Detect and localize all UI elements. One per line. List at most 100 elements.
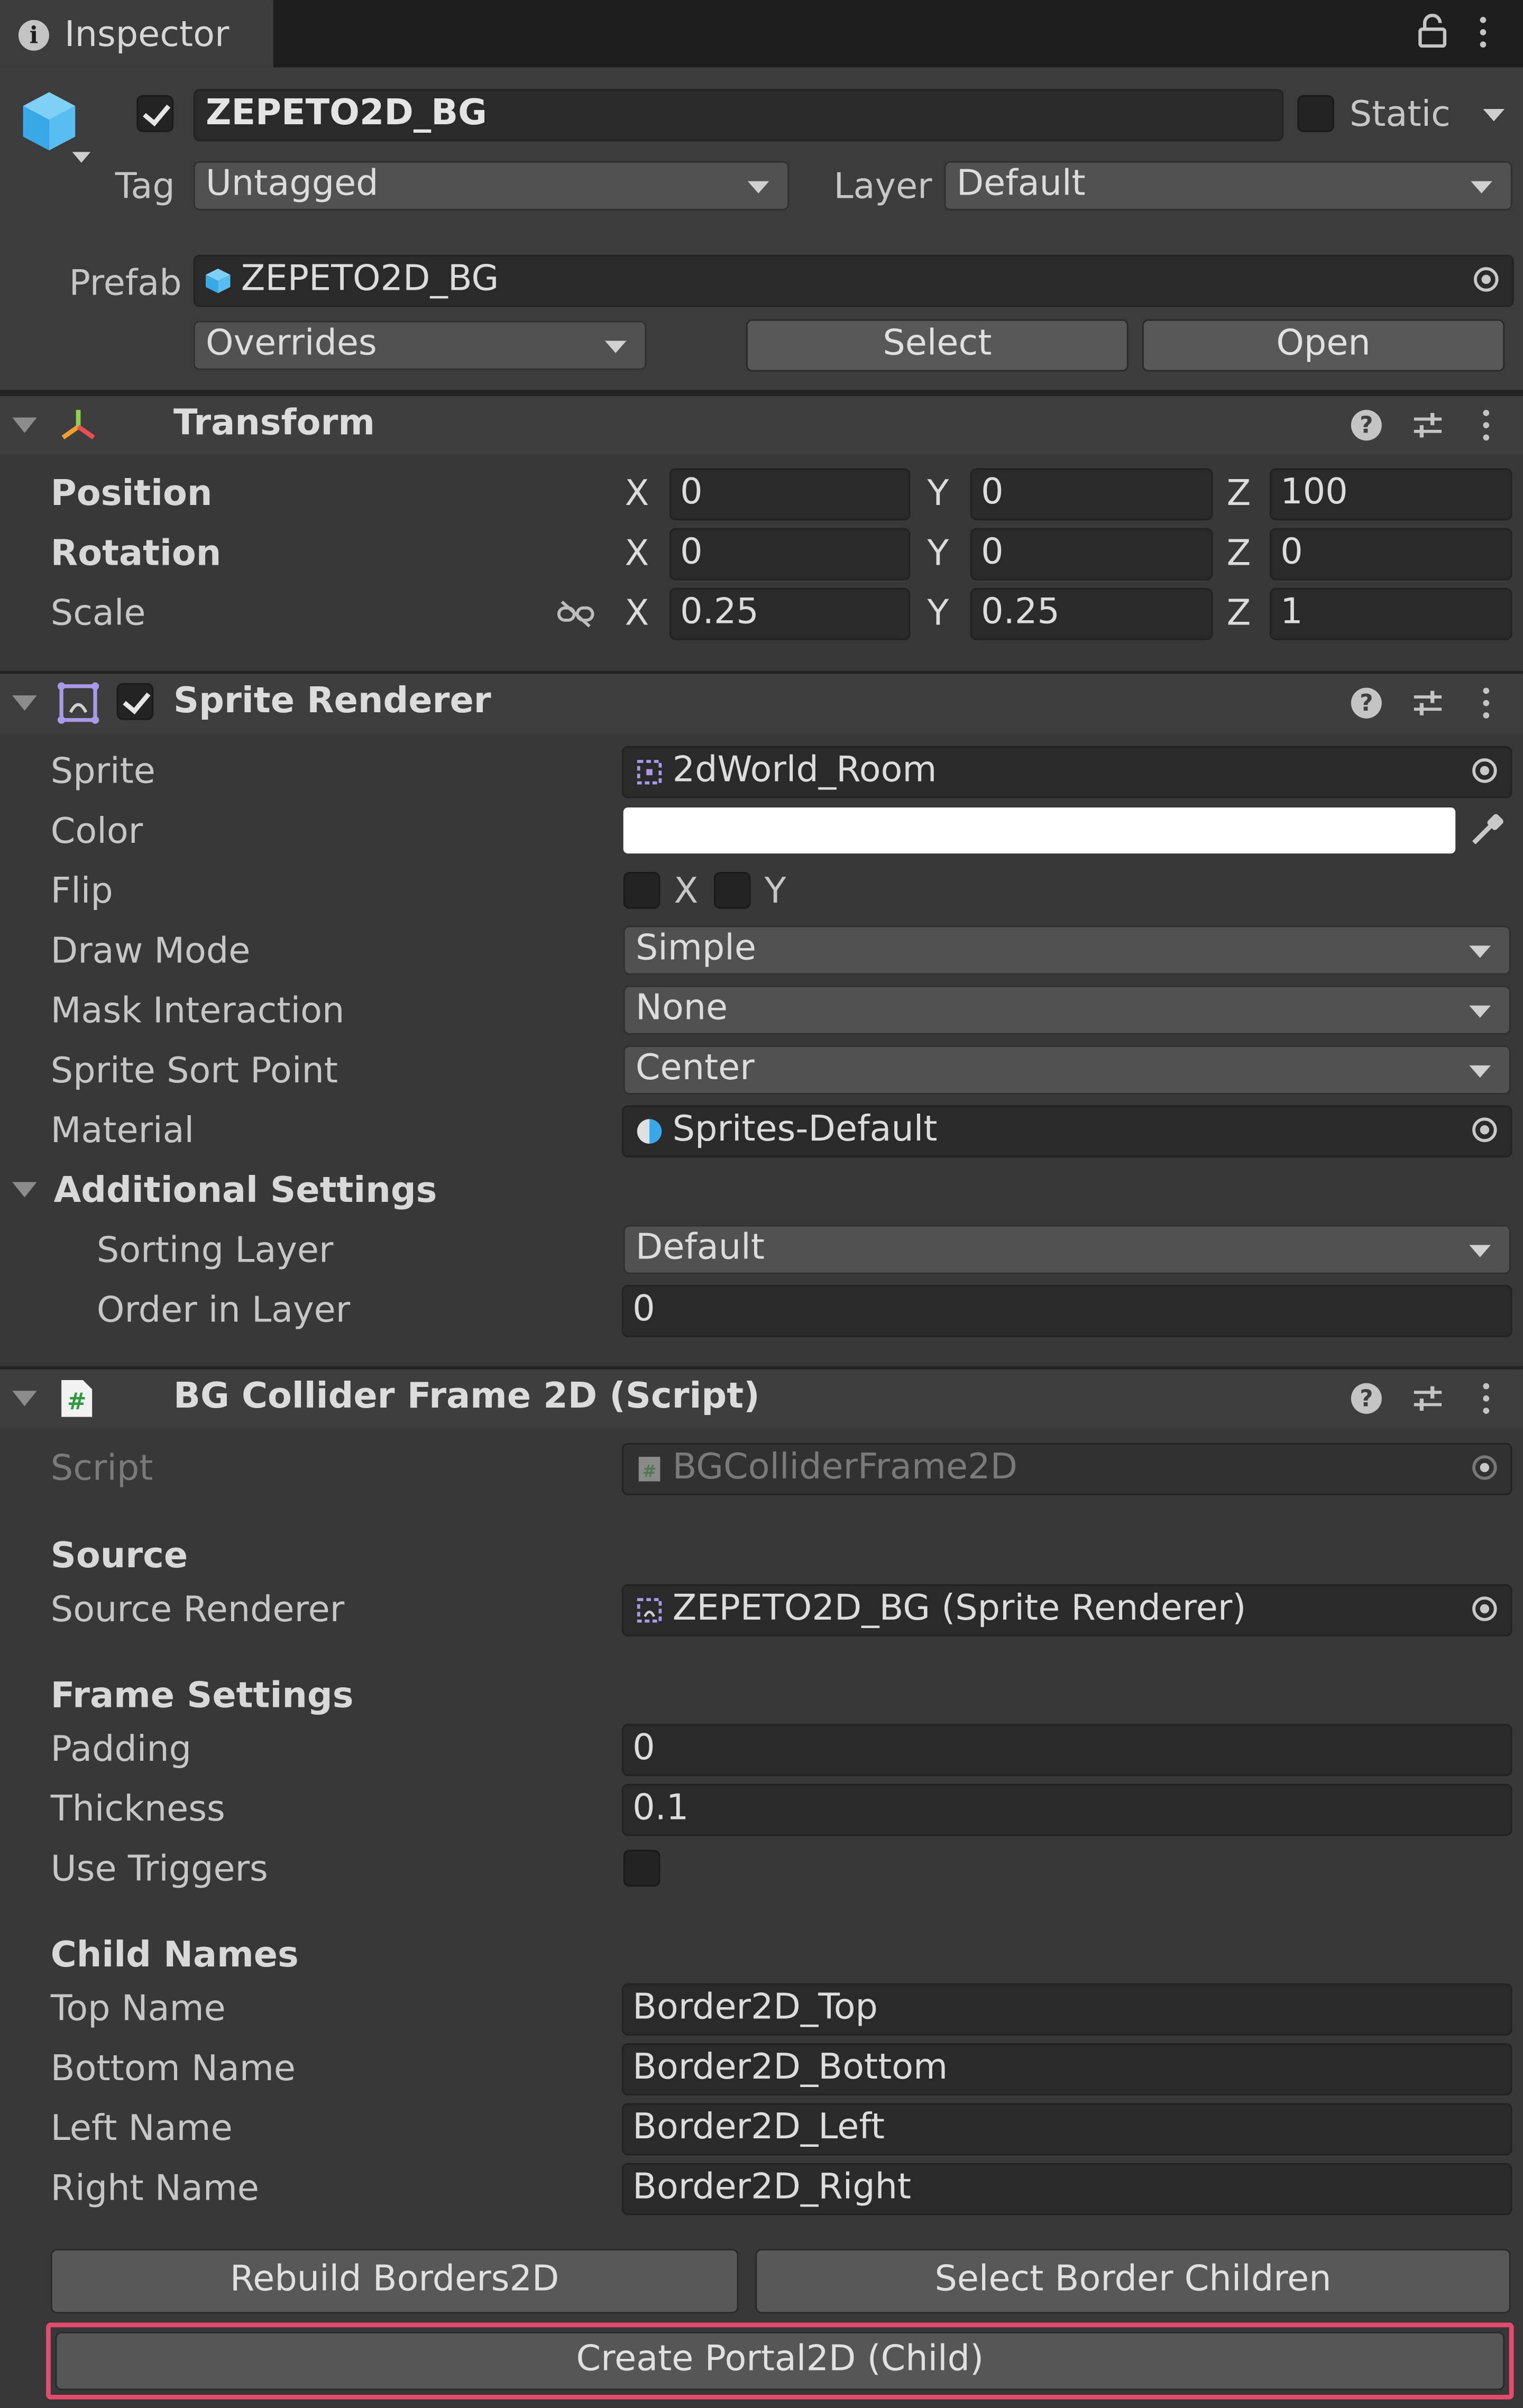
sprite-sort-point-dropdown[interactable]: Center [623, 1045, 1511, 1095]
color-label: Color [50, 812, 143, 852]
scale-x-field[interactable]: 0.25 [669, 587, 911, 640]
scale-x-axis[interactable]: X [625, 594, 649, 634]
material-value: Sprites-Default [672, 1110, 938, 1150]
prefab-select-button[interactable]: Select [746, 319, 1129, 372]
flip-y-checkbox[interactable] [713, 872, 751, 909]
select-border-children-button[interactable]: Select Border Children [755, 2249, 1511, 2314]
object-header: ZEPETO2D_BG Static Tag Untagged Layer De… [0, 67, 1523, 393]
object-picker-icon[interactable] [1472, 1596, 1497, 1621]
top-name-field[interactable]: Border2D_Top [621, 1983, 1512, 2036]
overrides-dropdown[interactable]: Overrides [193, 320, 647, 370]
rebuild-borders-button[interactable]: Rebuild Borders2D [50, 2249, 739, 2314]
tab-menu-icon[interactable] [1479, 16, 1488, 51]
position-z-field[interactable]: 100 [1269, 468, 1512, 521]
scale-y-field[interactable]: 0.25 [970, 587, 1213, 640]
rotation-z-field[interactable]: 0 [1269, 528, 1512, 581]
color-swatch[interactable] [623, 807, 1456, 854]
scale-y-axis[interactable]: Y [928, 594, 949, 634]
script-icon: # [61, 1380, 93, 1417]
draw-mode-dropdown[interactable]: Simple [623, 925, 1511, 975]
component-menu-icon[interactable] [1482, 1383, 1491, 1417]
help-icon[interactable]: ? [1351, 1383, 1382, 1414]
bottom-name-field[interactable]: Border2D_Bottom [621, 2043, 1512, 2095]
thickness-label: Thickness [50, 1790, 225, 1830]
prefab-open-button[interactable]: Open [1142, 319, 1505, 372]
position-x-field[interactable]: 0 [669, 468, 911, 521]
material-field[interactable]: Sprites-Default [621, 1105, 1512, 1158]
mask-interaction-dropdown[interactable]: None [623, 985, 1511, 1035]
svg-text:#: # [67, 1389, 86, 1415]
eyedropper-icon[interactable] [1466, 811, 1506, 850]
sprite-value: 2dWorld_Room [672, 750, 937, 791]
rotation-x-field[interactable]: 0 [669, 528, 911, 581]
layer-dropdown[interactable]: Default [944, 161, 1512, 210]
prefab-field[interactable]: ZEPETO2D_BG [193, 254, 1514, 307]
position-y-field[interactable]: 0 [970, 468, 1213, 521]
rotation-y-axis[interactable]: Y [928, 534, 949, 574]
object-name-field[interactable]: ZEPETO2D_BG [193, 89, 1284, 142]
transform-title: Transform [173, 403, 375, 444]
material-label: Material [50, 1111, 195, 1152]
rotation-label: Rotation [50, 534, 222, 574]
sprite-renderer-header[interactable]: Sprite Renderer ? [0, 670, 1523, 732]
frame-settings-header: Frame Settings [50, 1676, 354, 1716]
order-in-layer-field[interactable]: 0 [621, 1284, 1512, 1337]
tab-inspector[interactable]: i Inspector [0, 0, 273, 68]
help-icon[interactable]: ? [1351, 687, 1382, 719]
tag-dropdown[interactable]: Untagged [193, 161, 790, 210]
static-label: Static [1349, 95, 1451, 135]
object-picker-icon[interactable] [1472, 1117, 1497, 1142]
position-x-axis[interactable]: X [625, 474, 649, 514]
lock-icon[interactable] [1417, 14, 1448, 48]
thickness-field[interactable]: 0.1 [621, 1784, 1512, 1836]
source-renderer-field[interactable]: ZEPETO2D_BG (Sprite Renderer) [621, 1584, 1512, 1637]
layer-label: Layer [833, 167, 932, 207]
inspector-window: i Inspector ZEPETO2D_BG Static Tag Untag… [0, 0, 1523, 2407]
sprite-field[interactable]: 2dWorld_Room [621, 746, 1512, 798]
static-dropdown-arrow[interactable] [1483, 109, 1505, 122]
scale-z-axis[interactable]: Z [1227, 594, 1251, 634]
constrain-proportions-icon[interactable] [556, 599, 595, 629]
fold-arrow-icon[interactable] [12, 1391, 37, 1407]
static-checkbox[interactable] [1297, 95, 1334, 132]
presets-icon[interactable] [1411, 1383, 1445, 1414]
object-picker-icon[interactable] [1472, 758, 1497, 783]
rotation-x-axis[interactable]: X [625, 534, 649, 574]
flip-x-checkbox[interactable] [623, 872, 660, 909]
padding-field[interactable]: 0 [621, 1724, 1512, 1777]
icon-dropdown-arrow[interactable] [72, 152, 91, 163]
position-y-axis[interactable]: Y [928, 474, 949, 514]
right-name-field[interactable]: Border2D_Right [621, 2163, 1512, 2216]
additional-settings-label[interactable]: Additional Settings [54, 1171, 437, 1211]
rotation-z-axis[interactable]: Z [1227, 534, 1251, 574]
use-triggers-checkbox[interactable] [623, 1850, 660, 1887]
rotation-y-field[interactable]: 0 [970, 528, 1213, 581]
create-portal-button[interactable]: Create Portal2D (Child) [55, 2331, 1505, 2391]
fold-arrow-icon[interactable] [12, 417, 37, 433]
left-name-field[interactable]: Border2D_Left [621, 2103, 1512, 2156]
active-checkbox[interactable] [136, 95, 174, 132]
help-icon[interactable]: ? [1351, 410, 1382, 441]
additional-settings-fold-icon[interactable] [12, 1182, 37, 1198]
component-menu-icon[interactable] [1482, 687, 1491, 722]
position-z-axis[interactable]: Z [1227, 474, 1251, 514]
sprite-renderer-title: Sprite Renderer [173, 682, 491, 722]
object-picker-icon[interactable] [1474, 267, 1499, 292]
presets-icon[interactable] [1411, 688, 1445, 719]
presets-icon[interactable] [1411, 410, 1445, 440]
transform-header[interactable]: Transform ? [0, 393, 1523, 455]
fold-arrow-icon[interactable] [12, 695, 37, 711]
material-icon [637, 1119, 662, 1144]
source-renderer-label: Source Renderer [50, 1590, 345, 1631]
prefab-cube-icon [23, 92, 76, 151]
bg-collider-header[interactable]: # BG Collider Frame 2D (Script) ? [0, 1366, 1523, 1428]
flip-label: Flip [50, 872, 113, 912]
child-names-header: Child Names [50, 1935, 299, 1976]
prefab-value: ZEPETO2D_BG [241, 259, 499, 300]
sorting-layer-dropdown[interactable]: Default [623, 1225, 1511, 1274]
source-header: Source [50, 1537, 188, 1577]
script-value: BGColliderFrame2D [672, 1447, 1018, 1488]
component-menu-icon[interactable] [1482, 410, 1491, 444]
scale-z-field[interactable]: 1 [1269, 587, 1512, 640]
sprite-renderer-enabled-checkbox[interactable] [116, 683, 154, 720]
